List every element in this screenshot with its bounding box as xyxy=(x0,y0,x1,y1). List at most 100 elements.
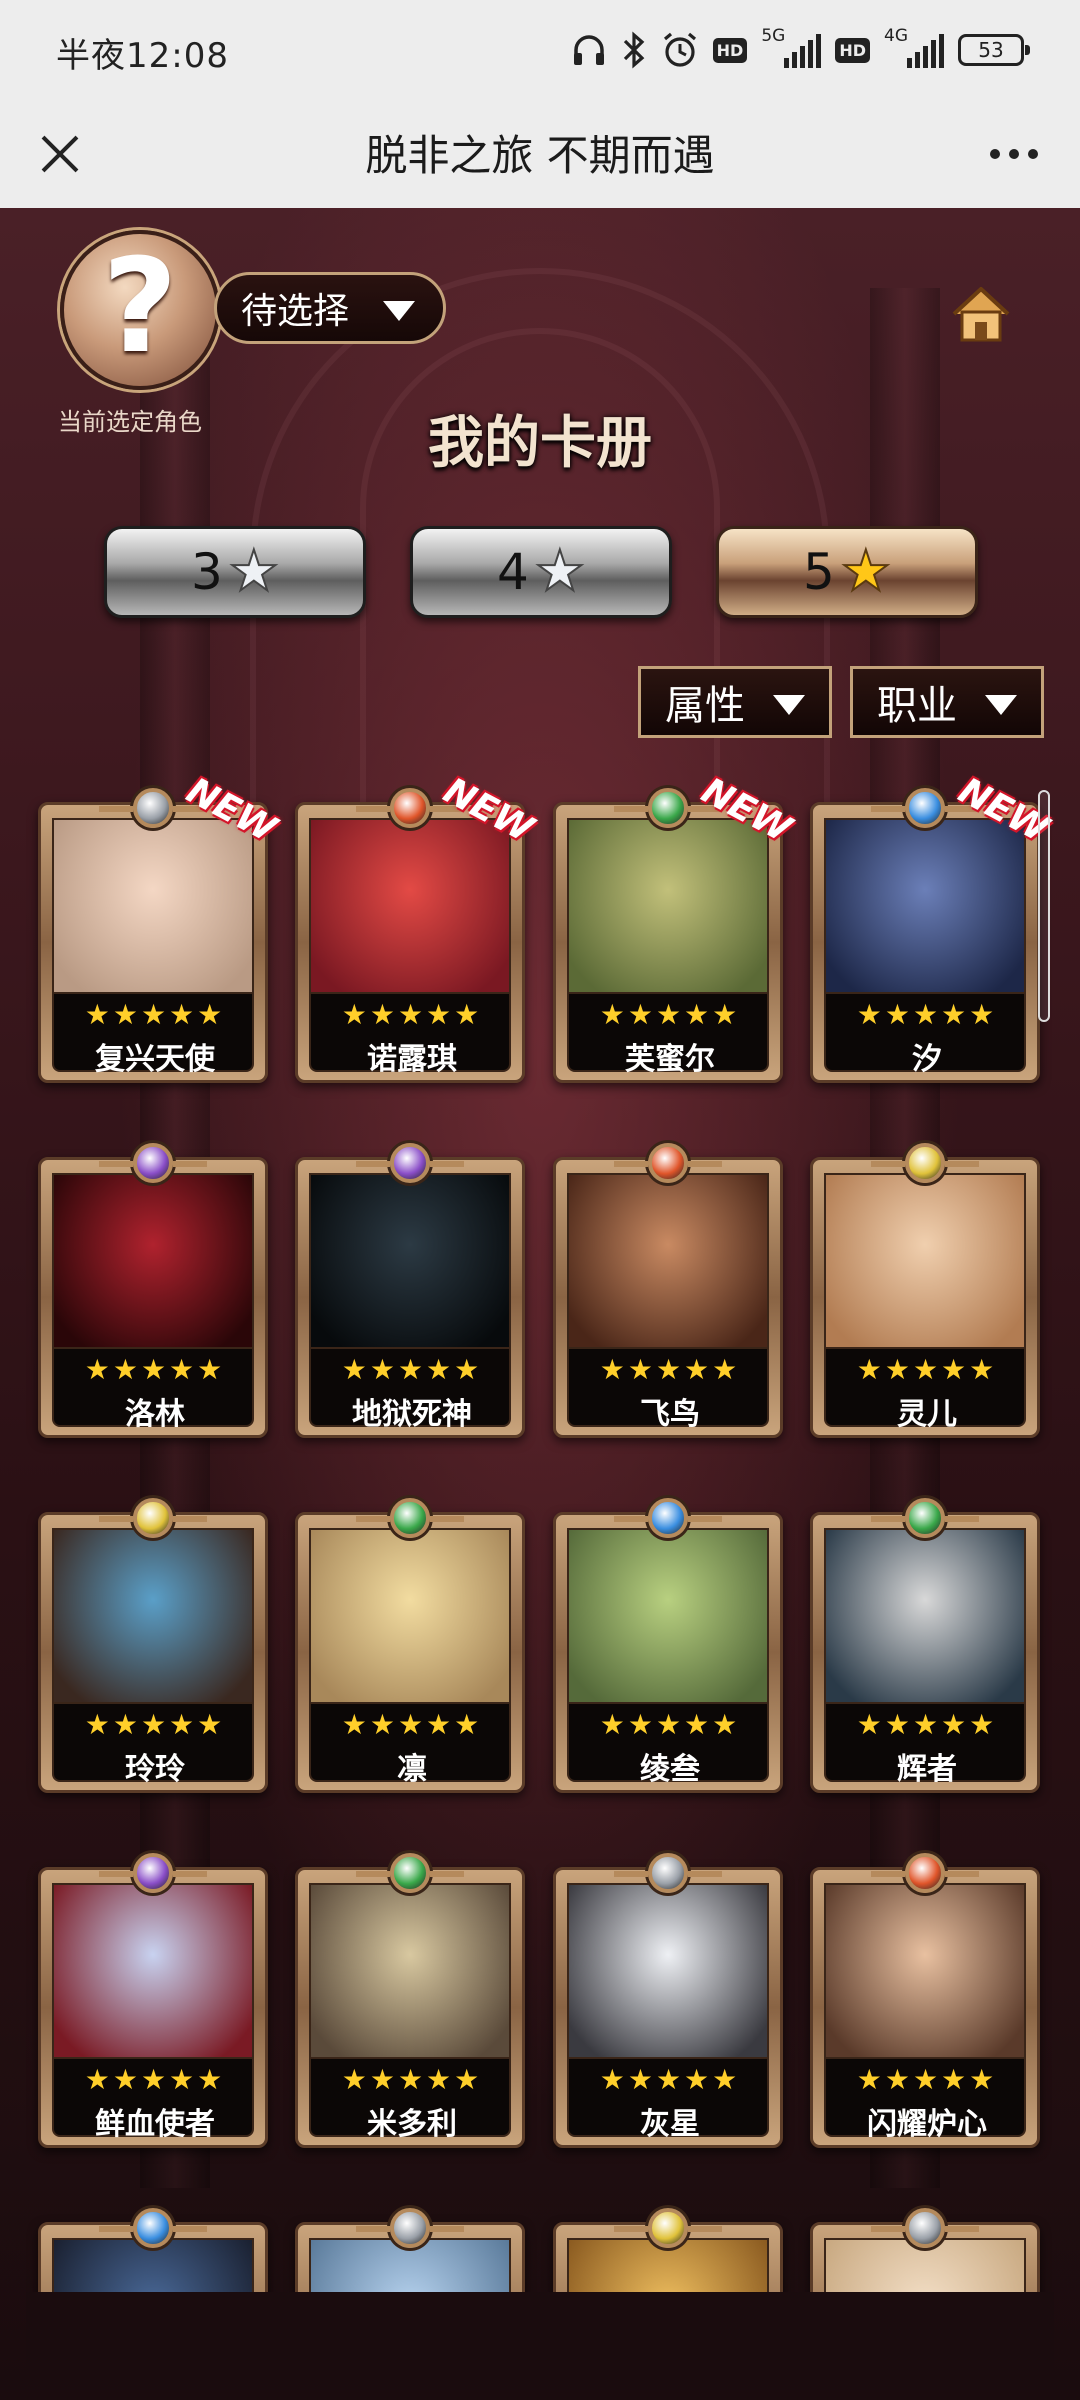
attribute-gem-icon xyxy=(871,2208,979,2248)
alarm-icon xyxy=(663,32,696,67)
network-label: 5G xyxy=(761,26,786,46)
attribute-gem-icon xyxy=(614,788,722,828)
character-portrait xyxy=(824,818,1026,996)
battery-icon: 53 xyxy=(958,34,1030,66)
character-card[interactable]: ★★★★★ 芙蜜尔 NEW xyxy=(553,770,797,1083)
card-nameplate: ★★★★★ 诺露琪 xyxy=(309,992,511,1077)
character-portrait xyxy=(824,1173,1026,1351)
signal-4g-icon: 4G xyxy=(884,26,944,68)
card-stars: ★★★★★ xyxy=(84,998,226,1031)
attribute-gem-icon xyxy=(871,788,979,828)
game-view: ? 待选择 当前选定角色 我的卡册 3 ★ 4 ★ 5 ★ 属性 职业 ★★★★… xyxy=(0,208,1080,2400)
attribute-gem-icon xyxy=(871,1143,979,1183)
status-bar: 半夜12:08 HD 5G HD 4G 53 xyxy=(0,0,1080,100)
card-nameplate: ★★★★★ 灵儿 xyxy=(824,1347,1026,1432)
character-card[interactable]: ★★★★★ 诺露琪 NEW xyxy=(295,770,539,1083)
card-stars: ★★★★★ xyxy=(599,998,741,1031)
card-nameplate: ★★★★★ 地狱死神 xyxy=(309,1347,511,1432)
character-portrait xyxy=(567,818,769,996)
character-card[interactable]: ★★★★★ 玲玲 xyxy=(38,1498,268,1793)
status-time: 半夜12:08 xyxy=(56,36,229,76)
card-stars: ★★★★★ xyxy=(599,1353,741,1386)
attribute-gem-icon xyxy=(99,1143,207,1183)
hd-badge: HD xyxy=(835,37,870,63)
attribute-gem-icon xyxy=(871,1498,979,1538)
attribute-gem-icon xyxy=(871,1853,979,1893)
card-stars: ★★★★★ xyxy=(84,1708,226,1741)
character-card[interactable]: ★★★★★ 闪耀炉心 xyxy=(810,1853,1040,2148)
card-stars: ★★★★★ xyxy=(341,1708,483,1741)
card-stars: ★★★★★ xyxy=(341,1353,483,1386)
character-portrait xyxy=(309,1528,511,1706)
bluetooth-icon xyxy=(623,31,644,69)
character-portrait xyxy=(824,1883,1026,2061)
character-card[interactable]: ★★★★★ 凛 xyxy=(295,1498,525,1793)
attribute-gem-icon xyxy=(99,1498,207,1538)
character-portrait xyxy=(824,1528,1026,1706)
character-card[interactable]: ★★★★★ 米多利 xyxy=(295,1853,525,2148)
attribute-gem-icon xyxy=(356,1498,464,1538)
card-grid: ★★★★★ 复兴天使 NEW ★★★★★ 诺露琪 NEW ★★★★★ 芙蜜尔 NEW ★★★★★ 汐… xyxy=(0,208,1080,2400)
character-card[interactable]: ★★★★★ 洛林 xyxy=(38,1143,268,1438)
card-stars: ★★★★★ xyxy=(856,2063,998,2096)
card-nameplate: ★★★★★ 芙蜜尔 xyxy=(567,992,769,1077)
character-card[interactable]: ★★★★★ 灵儿 xyxy=(810,1143,1040,1438)
character-card[interactable]: ★★★★★ 汐 NEW xyxy=(810,770,1054,1083)
headphones-icon xyxy=(573,35,604,65)
character-portrait xyxy=(52,1173,254,1351)
page-title: 脱非之旅 不期而遇 xyxy=(365,131,715,180)
card-stars: ★★★★★ xyxy=(341,998,483,1031)
card-stars: ★★★★★ xyxy=(856,1708,998,1741)
card-name: 米多利 xyxy=(367,2107,457,2142)
character-portrait xyxy=(567,1173,769,1351)
title-bar: 脱非之旅 不期而遇 xyxy=(0,100,1080,208)
card-name: 绫叁 xyxy=(640,1752,700,1787)
card-name: 灰星 xyxy=(640,2107,700,2142)
card-nameplate: ★★★★★ 米多利 xyxy=(309,2057,511,2142)
character-card[interactable]: ★★★★★ 地狱死神 xyxy=(295,1143,525,1438)
card-name: 复兴天使 xyxy=(95,1042,215,1077)
attribute-gem-icon xyxy=(614,1853,722,1893)
character-portrait xyxy=(309,818,511,996)
attribute-gem-icon xyxy=(356,2208,464,2248)
card-nameplate: ★★★★★ 飞鸟 xyxy=(567,1347,769,1432)
character-card[interactable]: ★★★★★ 鲜血使者 xyxy=(38,1853,268,2148)
card-name: 凛 xyxy=(397,1752,427,1787)
card-stars: ★★★★★ xyxy=(599,1708,741,1741)
character-card[interactable]: ★★★★★ 辉者 xyxy=(810,1498,1040,1793)
more-options-button[interactable] xyxy=(974,122,1054,186)
card-name: 诺露琪 xyxy=(367,1042,457,1077)
card-name: 鲜血使者 xyxy=(95,2107,215,2142)
card-nameplate: ★★★★★ 玲玲 xyxy=(52,1702,254,1787)
attribute-gem-icon xyxy=(614,1498,722,1538)
character-portrait xyxy=(309,1173,511,1351)
character-portrait xyxy=(52,1528,254,1706)
status-icons: HD 5G HD 4G 53 xyxy=(571,26,1030,72)
character-card[interactable]: ★★★★★ 复兴天使 NEW xyxy=(38,770,282,1083)
attribute-gem-icon xyxy=(99,1853,207,1893)
card-nameplate: ★★★★★ 鲜血使者 xyxy=(52,2057,254,2142)
character-card[interactable]: ★★★★★ 飞鸟 xyxy=(553,1143,783,1438)
card-name: 地狱死神 xyxy=(352,1397,472,1432)
card-name: 飞鸟 xyxy=(640,1397,700,1432)
character-card[interactable]: ★★★★★ 灰星 xyxy=(553,1853,783,2148)
card-nameplate: ★★★★★ 灰星 xyxy=(567,2057,769,2142)
card-name: 芙蜜尔 xyxy=(625,1042,715,1077)
attribute-gem-icon xyxy=(356,1853,464,1893)
card-stars: ★★★★★ xyxy=(341,2063,483,2096)
card-name: 玲玲 xyxy=(125,1752,185,1787)
card-nameplate: ★★★★★ 复兴天使 xyxy=(52,992,254,1077)
card-nameplate: ★★★★★ 汐 xyxy=(824,992,1026,1077)
hd-badge: HD xyxy=(712,37,748,63)
scrollbar[interactable] xyxy=(1038,790,1050,1022)
card-nameplate: ★★★★★ 闪耀炉心 xyxy=(824,2057,1026,2142)
card-name: 汐 xyxy=(912,1042,942,1077)
character-portrait xyxy=(52,1883,254,2061)
card-name: 灵儿 xyxy=(897,1397,957,1432)
character-portrait xyxy=(309,1883,511,2061)
character-card[interactable]: ★★★★★ 绫叁 xyxy=(553,1498,783,1793)
bottom-fade xyxy=(26,2292,1054,2400)
card-stars: ★★★★★ xyxy=(84,2063,226,2096)
card-name: 闪耀炉心 xyxy=(867,2107,987,2142)
card-nameplate: ★★★★★ 绫叁 xyxy=(567,1702,769,1787)
